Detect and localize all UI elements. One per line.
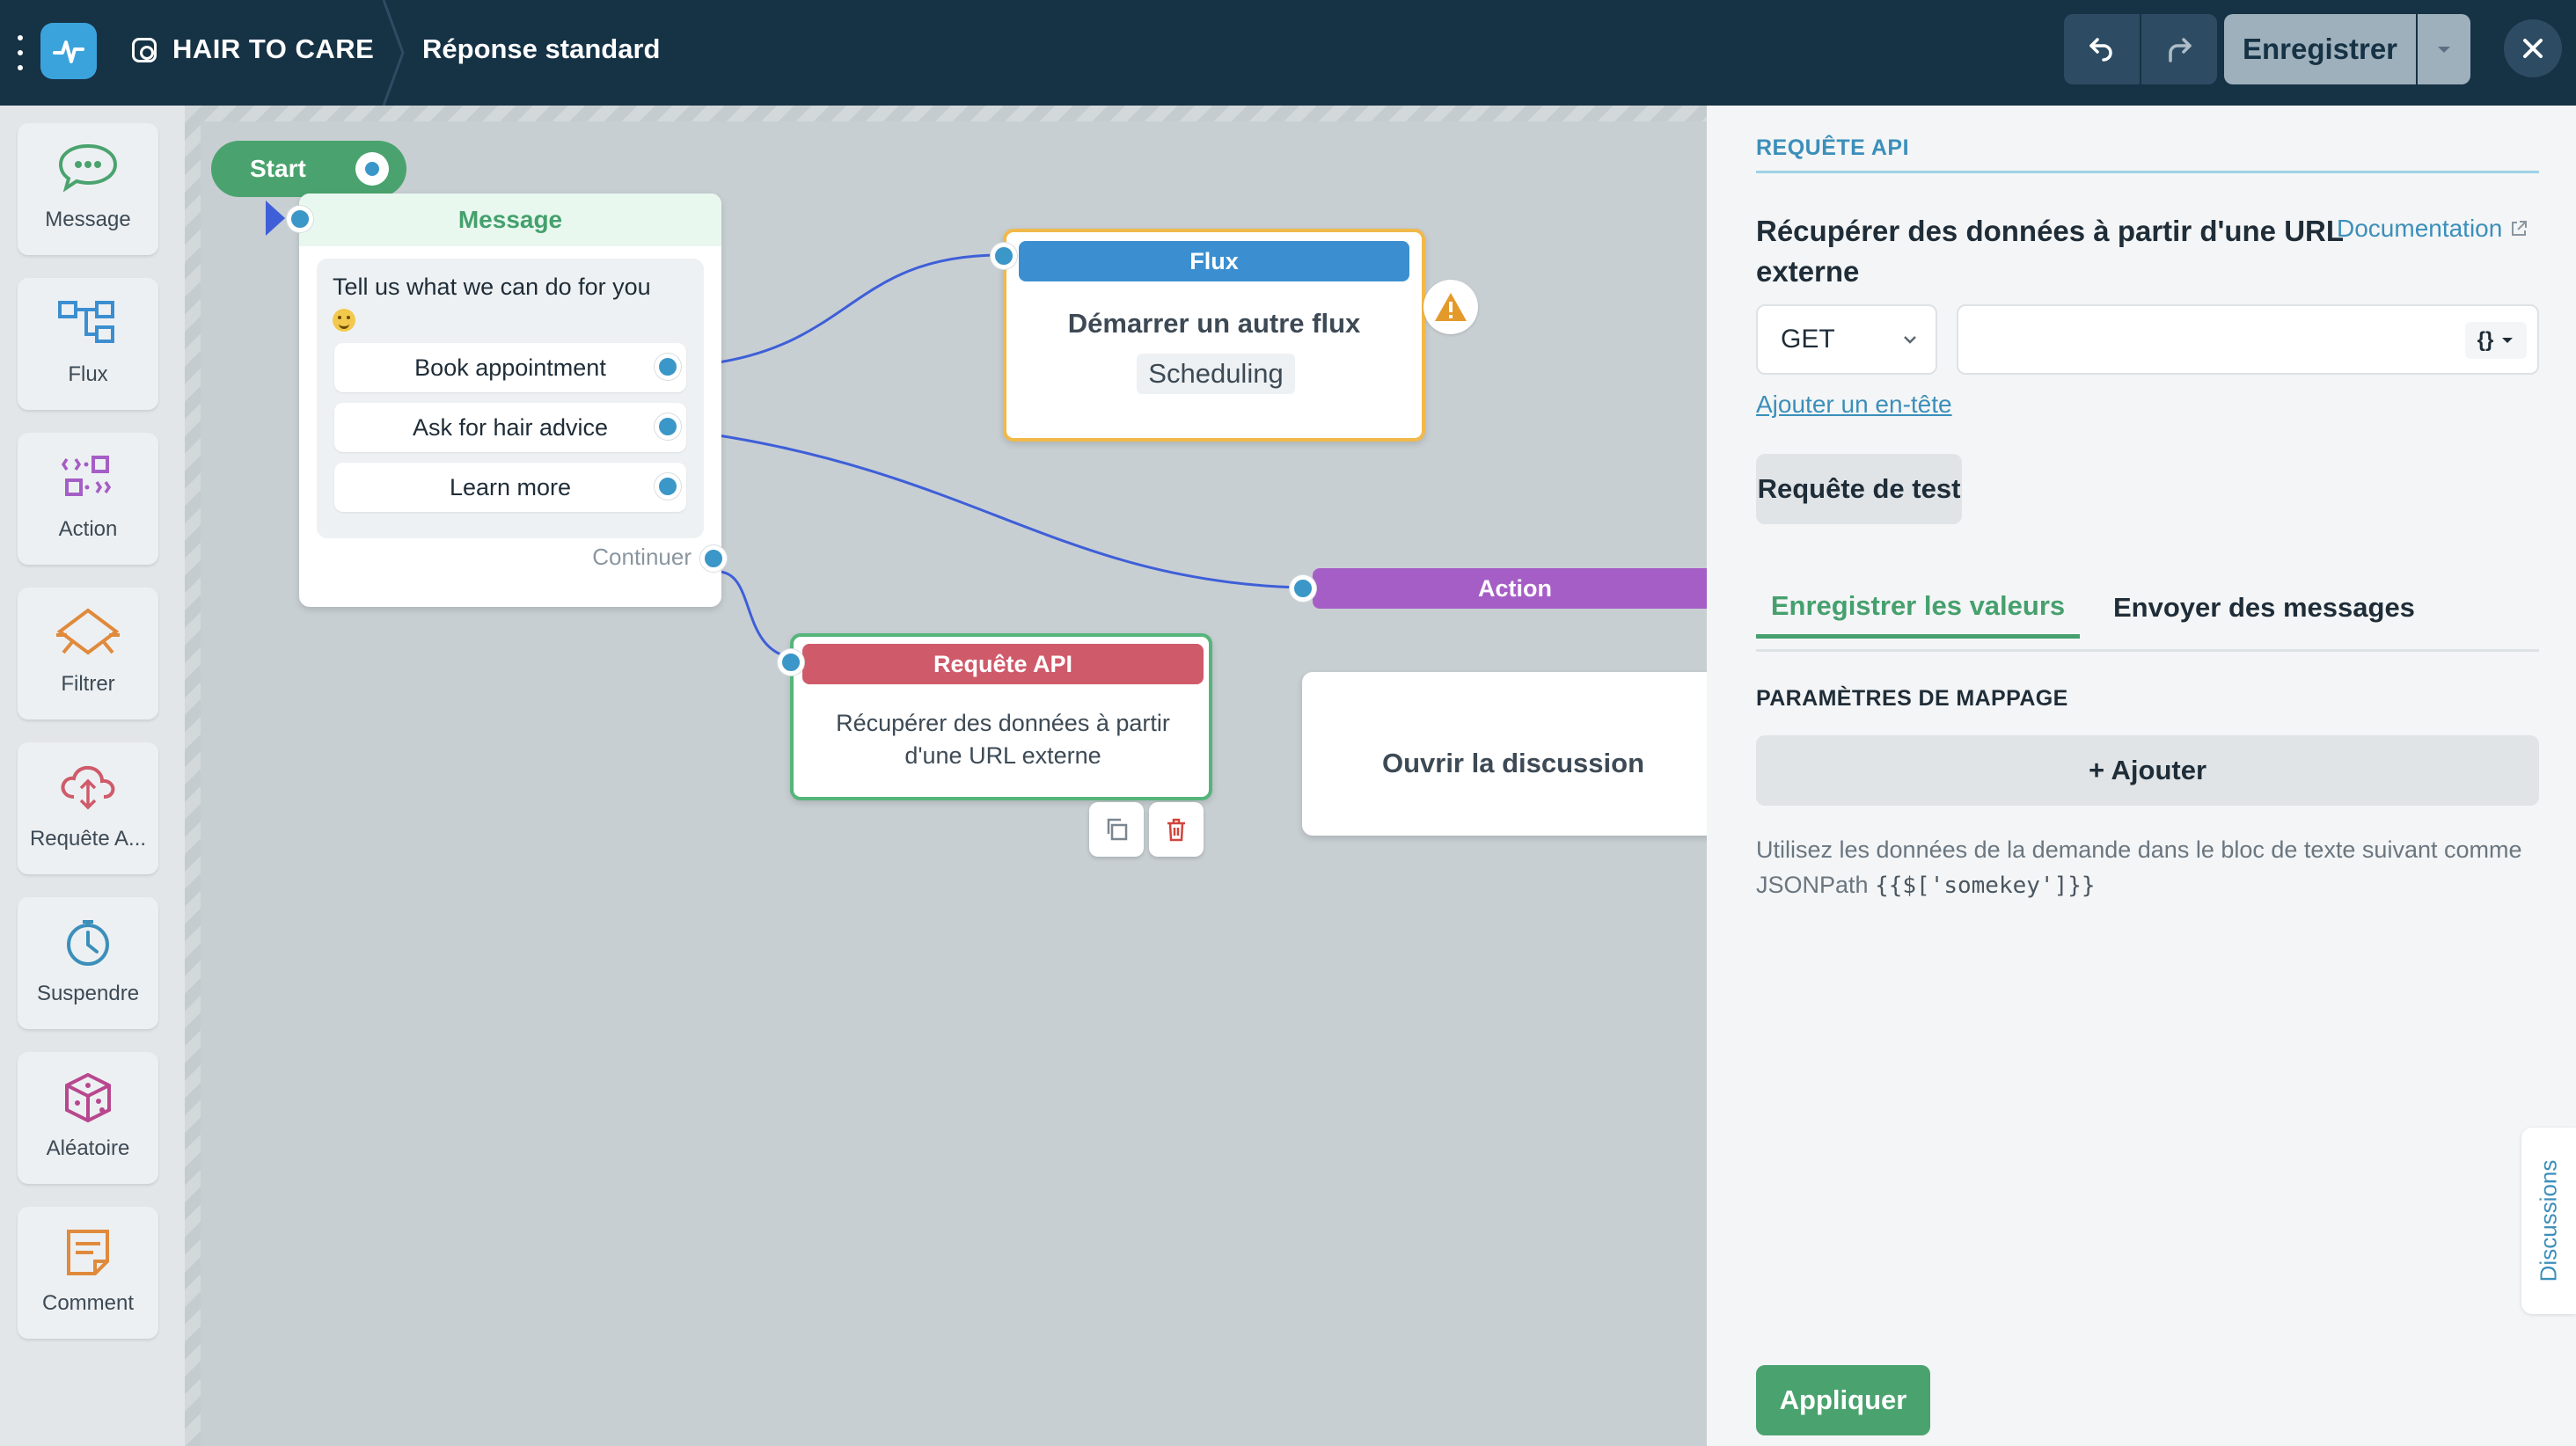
flow-name[interactable]: Réponse standard [422, 33, 660, 65]
external-link-icon [2512, 221, 2528, 236]
chevron-down-icon [2502, 338, 2514, 343]
wire-book-to-flux [712, 253, 1002, 365]
api-request-node[interactable]: Requête API Récupérer des données à part… [778, 633, 1212, 800]
start-node[interactable]: Start [211, 141, 406, 197]
mapping-title: PARAMÈTRES DE MAPPAGE [1756, 686, 2068, 711]
tool-action[interactable]: Action [18, 433, 158, 565]
trash-icon [1167, 818, 1185, 842]
redo-icon [2169, 38, 2192, 62]
flux-node-description: Démarrer un autre flux [1067, 308, 1361, 339]
add-header-link[interactable]: Ajouter un en-tête [1756, 391, 1952, 419]
quick-reply-advice[interactable]: Ask for hair advice [334, 403, 686, 452]
panel-kicker-line [1756, 171, 2539, 173]
api-node-title: Requête API [802, 644, 1204, 684]
test-request-button[interactable]: Requête de test [1756, 454, 1962, 524]
quick-reply-port[interactable] [655, 354, 681, 380]
app-logo-icon[interactable] [40, 23, 97, 79]
dice-icon [65, 1072, 111, 1123]
wire-advice-to-action [712, 433, 1299, 589]
menu-kebab-icon[interactable] [16, 35, 25, 70]
panel-title: Récupérer des données à partir d'une URL… [1756, 215, 2344, 288]
quick-reply-learn[interactable]: Learn more [334, 463, 686, 512]
api-input-port[interactable] [778, 649, 804, 676]
quick-reply-book[interactable]: Book appointment [334, 343, 686, 392]
api-node-description: Récupérer des données à partir d'une URL… [836, 710, 1170, 769]
chevron-down-icon [2438, 47, 2450, 53]
undo-icon [2089, 38, 2112, 62]
tool-random[interactable]: Aléatoire [18, 1052, 158, 1184]
flux-target-chip: Scheduling [1137, 354, 1295, 394]
url-input[interactable]: {} [1957, 304, 2539, 375]
tab-save-values[interactable]: Enregistrer les valeurs [1756, 577, 2080, 639]
node-toolbox: Message Flux Action Filtrer Requête A...… [0, 106, 185, 1446]
tool-filter[interactable]: Filtrer [18, 588, 158, 719]
apply-button[interactable]: Appliquer [1756, 1365, 1930, 1435]
tool-suspend[interactable]: Suspendre [18, 897, 158, 1029]
redo-button[interactable] [2141, 14, 2217, 84]
message-node-title: Message [299, 194, 721, 246]
tool-api-request[interactable]: Requête A... [18, 742, 158, 874]
breadcrumb-separator-icon [382, 0, 405, 106]
smile-emoji-icon [333, 308, 355, 332]
duplicate-node-button[interactable] [1089, 802, 1144, 857]
entry-flag-icon [266, 201, 285, 236]
tool-flux[interactable]: Flux [18, 278, 158, 410]
bot-name[interactable]: HAIR TO CARE [172, 33, 374, 65]
start-port[interactable] [355, 152, 389, 186]
filter-icon [56, 608, 120, 655]
quick-reply-port[interactable] [655, 473, 681, 500]
panel-kicker: REQUÊTE API [1756, 135, 1910, 160]
cloud-api-icon [61, 765, 115, 810]
flux-input-port[interactable] [991, 243, 1017, 269]
flux-node[interactable]: Flux Démarrer un autre flux Scheduling [991, 229, 1425, 442]
message-input-port[interactable] [287, 206, 313, 232]
message-text: Tell us what we can do for you [333, 274, 651, 300]
tool-comment[interactable]: Comment [18, 1207, 158, 1339]
chat-bubble-icon [58, 143, 118, 192]
action-icon [61, 456, 112, 496]
chevron-down-icon [1904, 336, 1916, 344]
save-options-button[interactable] [2418, 14, 2470, 84]
add-mapping-button[interactable]: + Ajouter [1756, 735, 2539, 806]
flux-node-title: Flux [1019, 241, 1409, 281]
insert-variable-button[interactable]: {} [2465, 322, 2527, 359]
continue-label: Continuer [592, 544, 692, 570]
wire-continue-to-api [717, 570, 794, 660]
mapping-help-text: Utilisez les données de la demande dans … [1756, 836, 2522, 899]
node-settings-panel: REQUÊTE API Récupérer des données à part… [1707, 106, 2576, 1446]
flow-canvas[interactable]: Start Message Tell us what we can do for… [185, 106, 1707, 1446]
action-node[interactable]: Ouvrir la discussion [1302, 672, 1707, 836]
save-button[interactable]: Enregistrer [2224, 14, 2416, 84]
message-bubble: Tell us what we can do for you Book appo… [317, 259, 704, 538]
delete-node-button[interactable] [1149, 802, 1204, 857]
instagram-icon [132, 38, 157, 62]
close-button[interactable] [2504, 19, 2562, 77]
undo-button[interactable] [2064, 14, 2140, 84]
action-node-title[interactable]: Action [1313, 568, 1707, 609]
jsonpath-example: {{$['somekey']}} [1875, 873, 2096, 899]
top-bar: HAIR TO CARE Réponse standard Enregistre… [0, 0, 2576, 106]
tool-message[interactable]: Message [18, 123, 158, 255]
message-node[interactable]: Message Tell us what we can do for you B… [287, 194, 727, 607]
copy-icon [1107, 818, 1128, 841]
close-icon [2523, 39, 2543, 58]
clock-icon [67, 920, 109, 966]
continue-port[interactable] [700, 545, 727, 572]
flow-icon [58, 301, 114, 343]
warning-icon[interactable] [1423, 280, 1478, 334]
note-icon [67, 1230, 109, 1275]
documentation-link[interactable]: Documentation [2337, 215, 2528, 243]
tab-divider [1756, 649, 2539, 652]
tab-send-messages[interactable]: Envoyer des messages [2087, 577, 2415, 639]
http-method-select[interactable]: GET [1756, 304, 1937, 375]
action-node-description: Ouvrir la discussion [1381, 748, 1645, 778]
action-input-port[interactable] [1290, 575, 1316, 602]
discussions-tab[interactable]: Discussions [2521, 1128, 2576, 1314]
quick-reply-port[interactable] [655, 413, 681, 440]
